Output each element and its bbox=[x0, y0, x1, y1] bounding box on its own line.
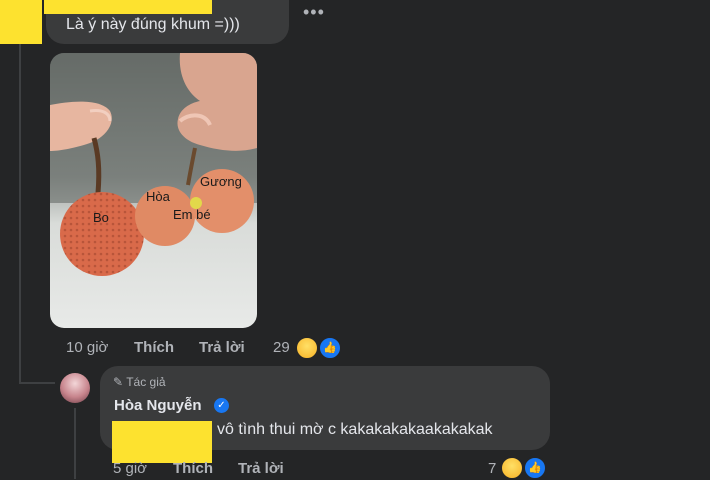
author-badge: ✎ Tác giả bbox=[113, 375, 166, 389]
author-badge-label: Tác giả bbox=[126, 375, 166, 389]
like-reaction-icon: 👍 bbox=[523, 456, 547, 480]
comment-time[interactable]: 10 giờ bbox=[66, 339, 108, 356]
reply-text: vô tình thui mờ c kakakakakaakakakak bbox=[217, 421, 493, 438]
verified-badge-icon: ✓ bbox=[214, 398, 229, 413]
like-button[interactable]: Thích bbox=[134, 339, 174, 356]
comment-text: Là ý này đúng khum =))) bbox=[66, 16, 240, 33]
reply-reaction-count[interactable]: 7 bbox=[488, 460, 496, 477]
haha-reaction-icon bbox=[500, 456, 524, 480]
like-reaction-icon: 👍 bbox=[318, 336, 342, 360]
reply-author-name[interactable]: Hòa Nguyễn bbox=[114, 397, 202, 414]
redaction-block bbox=[112, 421, 212, 463]
reply-thread-line bbox=[74, 408, 76, 479]
more-options-button[interactable]: ••• bbox=[303, 2, 325, 23]
redaction-block bbox=[0, 0, 42, 44]
reply-like-button[interactable]: Thích bbox=[173, 460, 213, 477]
avatar[interactable] bbox=[60, 373, 90, 403]
photo-label-em-be: Em bé bbox=[173, 207, 211, 222]
photo-label-guong: Gương bbox=[200, 174, 242, 189]
reply-reply-button[interactable]: Trả lời bbox=[238, 460, 284, 477]
reply-time[interactable]: 5 giờ bbox=[113, 460, 147, 477]
reaction-count[interactable]: 29 bbox=[273, 339, 290, 356]
photo-label-hoa: Hòa bbox=[146, 189, 171, 204]
pen-icon: ✎ bbox=[113, 375, 124, 389]
redaction-block bbox=[44, 0, 212, 14]
reply-button[interactable]: Trả lời bbox=[199, 339, 245, 356]
haha-reaction-icon bbox=[295, 336, 319, 360]
comment-photo[interactable]: Bo Hòa Gương Em bé bbox=[50, 53, 257, 328]
photo-label-bo: Bo bbox=[93, 210, 109, 225]
thread-line bbox=[19, 44, 21, 384]
thread-line-curve bbox=[19, 382, 55, 384]
lychee-photo-drawing: Bo Hòa Gương Em bé bbox=[50, 53, 257, 276]
